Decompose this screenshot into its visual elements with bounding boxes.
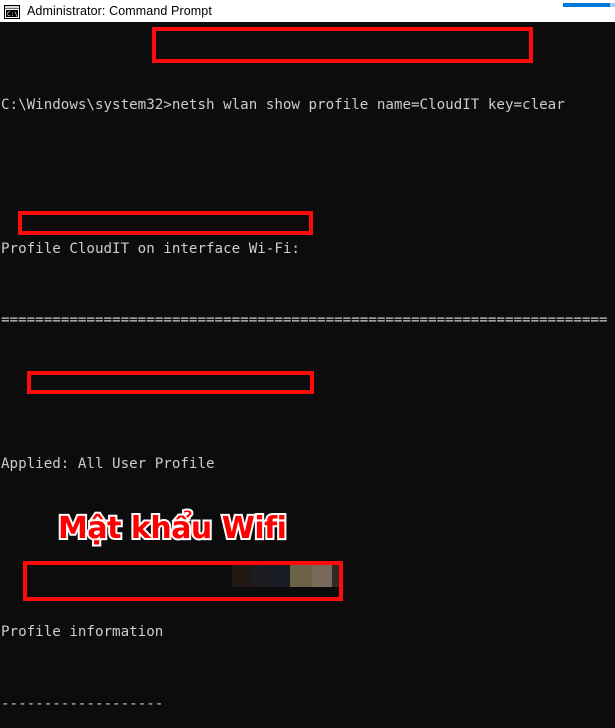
window-title: Administrator: Command Prompt (27, 4, 212, 18)
window-titlebar: C:\ Administrator: Command Prompt (0, 0, 615, 22)
prompt-line: C:\Windows\system32>netsh wlan show prof… (1, 96, 565, 113)
divider-equals: ========================================… (1, 312, 608, 329)
command-prompt-window: C:\ Administrator: Command Prompt C:\Win… (0, 0, 615, 728)
applied-line: Applied: All User Profile (1, 456, 215, 473)
titlebar-blue-accent-tail (610, 3, 615, 7)
command-prompt-icon: C:\ (4, 4, 20, 19)
profile-header: Profile CloudIT on interface Wi-Fi: (1, 240, 300, 257)
section-underline: ------------------- (1, 695, 164, 712)
svg-text:C:\: C:\ (7, 11, 18, 18)
console-output[interactable]: C:\Windows\system32>netsh wlan show prof… (0, 22, 615, 728)
section-heading-profile-information: Profile information (1, 623, 164, 640)
titlebar-blue-accent (563, 3, 610, 7)
